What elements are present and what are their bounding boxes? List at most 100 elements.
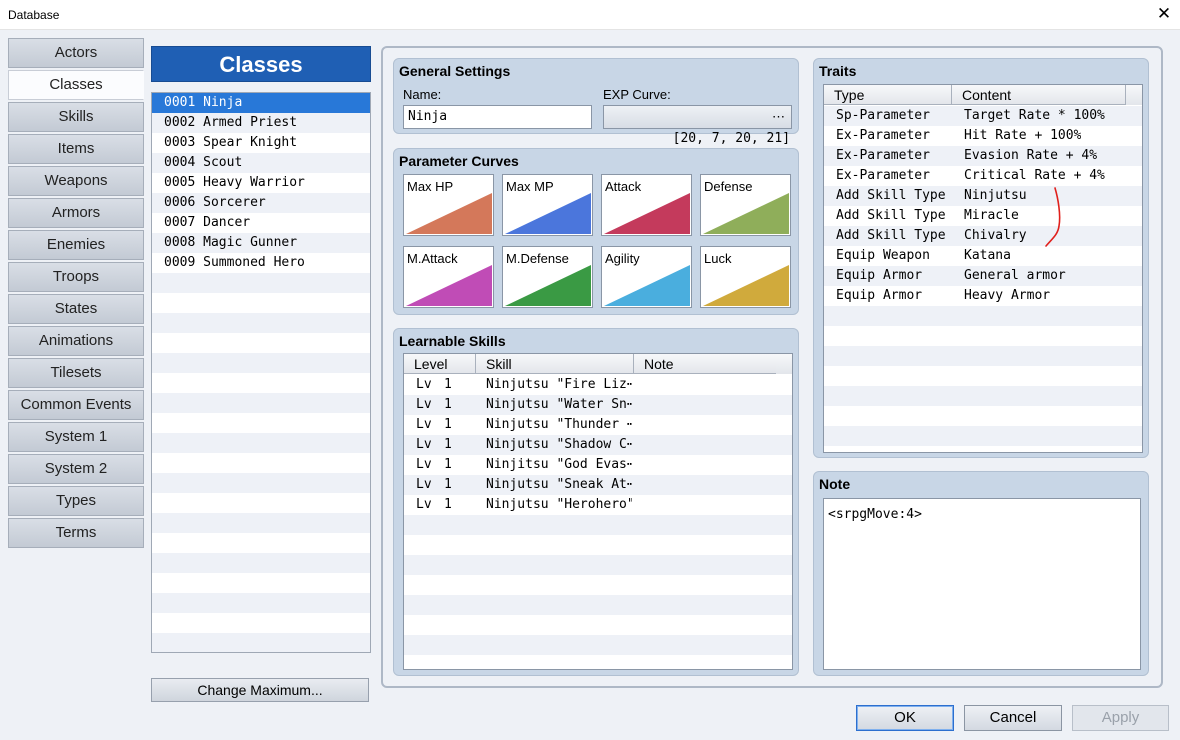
curve-max-mp[interactable]: Max MP bbox=[502, 174, 593, 236]
class-list-item[interactable]: 0005 Heavy Warrior bbox=[152, 173, 370, 193]
class-list-empty-row bbox=[152, 433, 370, 453]
trait-type: Ex-Parameter bbox=[836, 128, 930, 143]
skills-table[interactable]: Level Skill Note Lv 1 Ninjutsu "Fire Liz⋯ L… bbox=[403, 353, 793, 670]
class-list-empty-row bbox=[152, 473, 370, 493]
class-list-empty-row bbox=[152, 333, 370, 353]
note-textarea[interactable]: <srpgMove:4> bbox=[823, 498, 1141, 670]
class-list-item[interactable]: 0001 Ninja bbox=[152, 93, 370, 113]
nav-tab-tilesets[interactable]: Tilesets bbox=[8, 358, 144, 388]
nav-tab-types[interactable]: Types bbox=[8, 486, 144, 516]
trait-row[interactable]: Equip Armor Heavy Armor bbox=[824, 286, 1142, 306]
skill-row[interactable]: Lv 1 Ninjutsu "Fire Liz⋯ bbox=[404, 375, 792, 395]
nav-tab-troops[interactable]: Troops bbox=[8, 262, 144, 292]
traits-table[interactable]: Type Content Sp-Parameter Target Rate * 1… bbox=[823, 84, 1143, 453]
class-list-empty-row bbox=[152, 533, 370, 553]
skill-row[interactable]: Lv 1 Ninjutsu "Water Sn⋯ bbox=[404, 395, 792, 415]
nav-tab-enemies[interactable]: Enemies bbox=[8, 230, 144, 260]
skill-row[interactable]: Lv 1 Ninjutsu "Sneak At⋯ bbox=[404, 475, 792, 495]
nav-tab-classes[interactable]: Classes bbox=[8, 70, 144, 100]
curve-luck[interactable]: Luck bbox=[700, 246, 791, 308]
trait-row[interactable]: Ex-Parameter Critical Rate + 4% bbox=[824, 166, 1142, 186]
trait-row[interactable]: Ex-Parameter Evasion Rate + 4% bbox=[824, 146, 1142, 166]
class-list-item[interactable]: 0004 Scout bbox=[152, 153, 370, 173]
skill-empty-row bbox=[404, 595, 792, 615]
header-spacer bbox=[1126, 85, 1142, 105]
nav-tab-skills[interactable]: Skills bbox=[8, 102, 144, 132]
column-type[interactable]: Type bbox=[824, 85, 952, 105]
curve-defense[interactable]: Defense bbox=[700, 174, 791, 236]
class-list-item[interactable]: 0002 Armed Priest bbox=[152, 113, 370, 133]
curve-max-hp[interactable]: Max HP bbox=[403, 174, 494, 236]
change-maximum-button[interactable]: Change Maximum... bbox=[151, 678, 369, 702]
traits-group: Traits Type Content Sp-Parameter Target R… bbox=[813, 58, 1149, 458]
skill-level-value: 1 bbox=[444, 377, 452, 392]
exp-curve-button[interactable]: [20, 7, 20, 21] ⋯ bbox=[603, 105, 792, 146]
nav-tab-common-events[interactable]: Common Events bbox=[8, 390, 144, 420]
name-label: Name: bbox=[403, 87, 442, 102]
column-content[interactable]: Content bbox=[952, 85, 1126, 105]
skill-row[interactable]: Lv 1 Ninjitsu "God Evas⋯ bbox=[404, 455, 792, 475]
nav-tab-items[interactable]: Items bbox=[8, 134, 144, 164]
nav-tab-states[interactable]: States bbox=[8, 294, 144, 324]
class-list-item[interactable]: 0006 Sorcerer bbox=[152, 193, 370, 213]
skill-row[interactable]: Lv 1 Ninjutsu "Herohero" bbox=[404, 495, 792, 515]
column-note[interactable]: Note bbox=[634, 354, 778, 374]
nav-tab-terms[interactable]: Terms bbox=[8, 518, 144, 548]
trait-row[interactable]: Ex-Parameter Hit Rate + 100% bbox=[824, 126, 1142, 146]
class-list-empty-row bbox=[152, 613, 370, 633]
nav-tab-system-2[interactable]: System 2 bbox=[8, 454, 144, 484]
class-list-empty-row bbox=[152, 453, 370, 473]
skill-level-value: 1 bbox=[444, 397, 452, 412]
trait-row[interactable]: Equip Armor General armor bbox=[824, 266, 1142, 286]
close-icon[interactable]: ✕ bbox=[1148, 0, 1180, 30]
trait-type: Sp-Parameter bbox=[836, 108, 930, 123]
nav-tab-armors[interactable]: Armors bbox=[8, 198, 144, 228]
trait-empty-row bbox=[824, 366, 1142, 386]
skill-name: Ninjutsu "Water Sn⋯ bbox=[486, 397, 632, 412]
window-client: Actors Classes Skills Items Weapons Armors Ene… bbox=[0, 30, 1180, 740]
column-skill[interactable]: Skill bbox=[476, 354, 634, 374]
nav-tab-weapons[interactable]: Weapons bbox=[8, 166, 144, 196]
trait-empty-row bbox=[824, 406, 1142, 426]
trait-row[interactable]: Add Skill Type Miracle bbox=[824, 206, 1142, 226]
column-level[interactable]: Level bbox=[404, 354, 476, 374]
note-title: Note bbox=[819, 476, 851, 492]
ok-button[interactable]: OK bbox=[856, 705, 954, 731]
class-list-item[interactable]: 0008 Magic Gunner bbox=[152, 233, 370, 253]
class-list-item[interactable]: 0007 Dancer bbox=[152, 213, 370, 233]
curve-graph bbox=[505, 193, 591, 234]
trait-empty-row bbox=[824, 306, 1142, 326]
curve-fill bbox=[505, 265, 591, 306]
skill-level-value: 1 bbox=[444, 477, 452, 492]
classes-header: Classes bbox=[151, 46, 371, 82]
skill-level-value: 1 bbox=[444, 457, 452, 472]
skill-name: Ninjutsu "Fire Liz⋯ bbox=[486, 377, 632, 392]
trait-row[interactable]: Equip Weapon Katana bbox=[824, 246, 1142, 266]
trait-content: Heavy Armor bbox=[964, 288, 1051, 303]
trait-row[interactable]: Add Skill Type Chivalry bbox=[824, 226, 1142, 246]
curve-agility[interactable]: Agility bbox=[601, 246, 692, 308]
trait-type: Add Skill Type bbox=[836, 228, 946, 243]
curve-graph bbox=[604, 193, 690, 234]
trait-row[interactable]: Sp-Parameter Target Rate * 100% bbox=[824, 106, 1142, 126]
skill-level-value: 1 bbox=[444, 437, 452, 452]
class-list-item[interactable]: 0009 Summoned Hero bbox=[152, 253, 370, 273]
skill-row[interactable]: Lv 1 Ninjutsu "Thunder ⋯ bbox=[404, 415, 792, 435]
nav-tab-system-1[interactable]: System 1 bbox=[8, 422, 144, 452]
curve-m-attack[interactable]: M.Attack bbox=[403, 246, 494, 308]
classes-list[interactable]: 0001 Ninja 0002 Armed Priest 0003 Spear Kn… bbox=[151, 92, 371, 653]
curve-graph bbox=[604, 265, 690, 306]
curve-attack[interactable]: Attack bbox=[601, 174, 692, 236]
name-input[interactable]: Ninja bbox=[403, 105, 592, 129]
trait-row[interactable]: Add Skill Type Ninjutsu bbox=[824, 186, 1142, 206]
curve-m-defense[interactable]: M.Defense bbox=[502, 246, 593, 308]
nav-tab-actors[interactable]: Actors bbox=[8, 38, 144, 68]
skill-row[interactable]: Lv 1 Ninjutsu "Shadow C⋯ bbox=[404, 435, 792, 455]
main-frame: General Settings Name: Ninja EXP Curve: … bbox=[381, 46, 1163, 688]
trait-content: Target Rate * 100% bbox=[964, 108, 1105, 123]
class-list-empty-row bbox=[152, 413, 370, 433]
apply-button[interactable]: Apply bbox=[1072, 705, 1169, 731]
nav-tab-animations[interactable]: Animations bbox=[8, 326, 144, 356]
cancel-button[interactable]: Cancel bbox=[964, 705, 1062, 731]
class-list-item[interactable]: 0003 Spear Knight bbox=[152, 133, 370, 153]
